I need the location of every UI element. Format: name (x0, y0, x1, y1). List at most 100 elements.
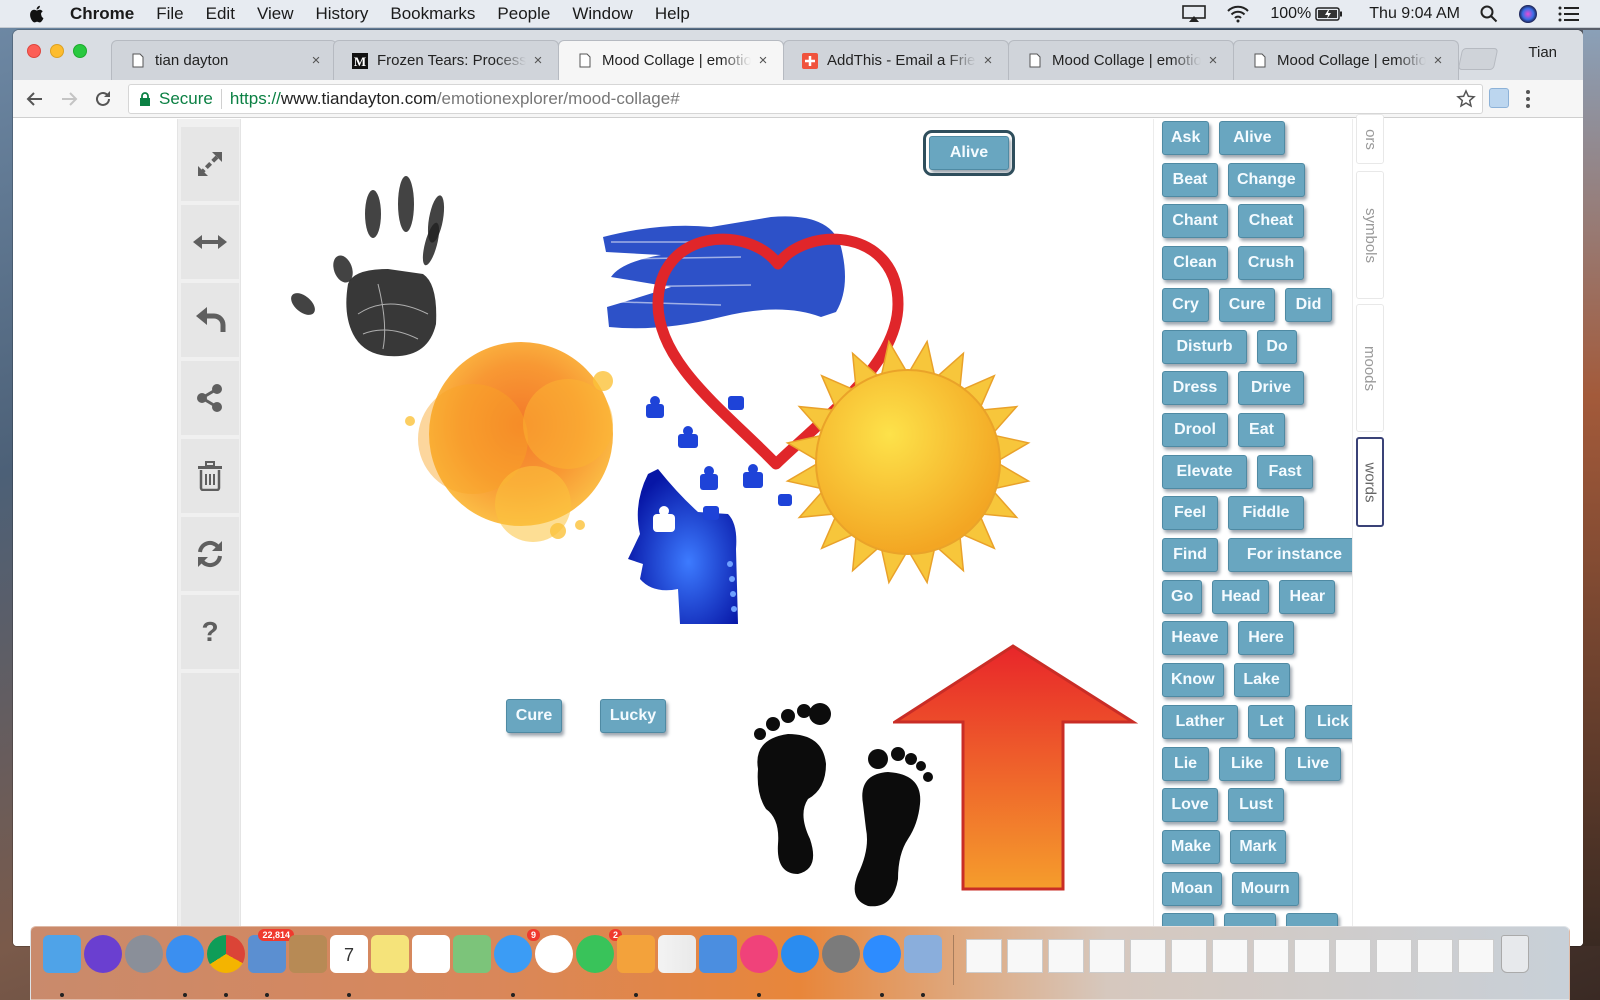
chrome-menu-icon[interactable] (1523, 88, 1533, 110)
flip-horizontal-button[interactable] (181, 205, 239, 279)
word-chip-dress[interactable]: Dress (1162, 371, 1228, 406)
word-chip-elevate[interactable]: Elevate (1162, 454, 1247, 489)
refresh-button[interactable] (181, 517, 239, 591)
dock-photos-icon[interactable] (535, 935, 573, 973)
siri-icon[interactable] (1518, 4, 1538, 24)
tab-close-icon[interactable]: × (1205, 52, 1221, 69)
word-chip-lust[interactable]: Lust (1228, 788, 1284, 823)
dock-minimized-window[interactable] (1089, 939, 1125, 973)
dock-minimized-window[interactable] (1171, 939, 1207, 973)
tab-colors[interactable]: ors (1356, 114, 1384, 164)
back-button[interactable] (23, 87, 47, 111)
word-chip-lick[interactable]: Lick (1305, 704, 1352, 739)
red-up-arrow-image[interactable] (893, 644, 1138, 894)
dock-calendar-icon[interactable]: 7 (330, 935, 368, 973)
word-chip-mark[interactable]: Mark (1230, 829, 1287, 864)
word-chip-ask[interactable]: Ask (1162, 121, 1210, 155)
dock-numbers-icon[interactable] (658, 935, 696, 973)
dock-chrome-icon[interactable] (207, 935, 245, 973)
word-chip-crush[interactable]: Crush (1238, 246, 1304, 281)
dock-messages-icon[interactable]: 9 (494, 929, 540, 973)
minimize-window-button[interactable] (50, 44, 64, 58)
dock-zoom-icon[interactable] (863, 935, 901, 973)
dock-itunes-icon[interactable] (740, 935, 778, 973)
dock-minimized-window[interactable] (1294, 939, 1330, 973)
dock-minimized-window[interactable] (1376, 939, 1412, 973)
dock-minimized-window[interactable] (1048, 939, 1084, 973)
orange-watercolor-circle-image[interactable] (403, 329, 643, 549)
word-chip-know[interactable]: Know (1162, 663, 1224, 698)
dock-reminders-icon[interactable] (412, 935, 450, 973)
word-chip-go[interactable]: Go (1162, 579, 1203, 614)
delete-button[interactable] (181, 439, 239, 513)
word-chip-beat[interactable]: Beat (1162, 162, 1218, 197)
menu-edit[interactable]: Edit (206, 4, 235, 24)
menu-bookmarks[interactable]: Bookmarks (390, 4, 475, 24)
placed-word-cure[interactable]: Cure (506, 699, 562, 733)
undo-button[interactable] (181, 283, 239, 357)
dock-launchpad-icon[interactable] (125, 935, 163, 973)
address-bar[interactable]: Secure https:// www.tiandayton.com /emot… (128, 84, 1483, 114)
zoom-window-button[interactable] (73, 44, 87, 58)
placed-word-lucky[interactable]: Lucky (600, 699, 666, 733)
placed-word-alive[interactable]: Alive (923, 130, 1015, 176)
tab-mood-collage-3[interactable]: Mood Collage | emotio × (1233, 40, 1459, 80)
word-chip-eat[interactable]: Eat (1238, 412, 1285, 447)
resize-button[interactable] (181, 127, 239, 201)
tab-words[interactable]: words (1356, 437, 1384, 527)
dock-minimized-window[interactable] (1417, 939, 1453, 973)
dock-siri-icon[interactable] (84, 935, 122, 973)
clock[interactable]: Thu 9:04 AM (1369, 5, 1460, 23)
collage-canvas[interactable]: Alive Cure Lucky (243, 119, 1143, 946)
word-chip-lie[interactable]: Lie (1162, 746, 1209, 781)
tab-tian-dayton[interactable]: tian dayton × (111, 40, 337, 80)
dock-safari-icon[interactable] (166, 935, 204, 973)
tab-close-icon[interactable]: × (530, 52, 546, 69)
word-chip-for-instance[interactable]: For instance (1228, 538, 1352, 572)
tab-frozen-tears[interactable]: M Frozen Tears: Processi × (333, 40, 559, 80)
word-chip-fast[interactable]: Fast (1257, 454, 1313, 489)
dock-maps-icon[interactable] (453, 935, 491, 973)
sun-image[interactable] (783, 337, 1033, 587)
menu-history[interactable]: History (315, 4, 368, 24)
dock-minimized-window[interactable] (1130, 939, 1166, 973)
tab-addthis[interactable]: AddThis - Email a Frien × (783, 40, 1009, 80)
word-chip-alive[interactable]: Alive (1219, 121, 1286, 155)
tab-mood-collage-2[interactable]: Mood Collage | emotio × (1008, 40, 1234, 80)
menu-view[interactable]: View (257, 4, 294, 24)
menu-help[interactable]: Help (655, 4, 690, 24)
dock-notes-folder-icon[interactable] (289, 935, 327, 973)
menu-window[interactable]: Window (572, 4, 632, 24)
dock-trash-icon[interactable] (1501, 935, 1529, 973)
dock-notes-icon[interactable] (371, 935, 409, 973)
battery-icon[interactable] (1315, 7, 1343, 21)
tab-close-icon[interactable]: × (980, 52, 996, 69)
dock-finder-icon[interactable] (43, 935, 81, 973)
dock-facetime-icon[interactable]: 2 (576, 929, 622, 973)
word-chip-change[interactable]: Change (1228, 162, 1305, 197)
dock-minimized-window[interactable] (966, 939, 1002, 973)
word-chip-cheat[interactable]: Cheat (1238, 204, 1304, 239)
word-chip-cry[interactable]: Cry (1162, 287, 1209, 322)
profile-name[interactable]: Tian (1528, 44, 1557, 61)
notification-center-icon[interactable] (1558, 6, 1580, 22)
word-chip-head[interactable]: Head (1212, 579, 1270, 614)
word-chip-find[interactable]: Find (1162, 538, 1218, 572)
share-button[interactable] (181, 361, 239, 435)
word-chip-here[interactable]: Here (1238, 621, 1294, 656)
tab-close-icon[interactable]: × (1430, 52, 1446, 69)
tab-close-icon[interactable]: × (755, 52, 771, 69)
reload-button[interactable] (91, 87, 115, 111)
forward-button[interactable] (57, 87, 81, 111)
dock-system-preferences-icon[interactable] (822, 935, 860, 973)
dock-minimized-window[interactable] (1007, 939, 1043, 973)
tab-close-icon[interactable]: × (308, 52, 324, 69)
word-chip-drool[interactable]: Drool (1162, 412, 1228, 447)
dock-app-store-icon[interactable] (781, 935, 819, 973)
wifi-icon[interactable] (1226, 5, 1250, 23)
tab-symbols[interactable]: symbols (1356, 171, 1384, 299)
menu-file[interactable]: File (156, 4, 183, 24)
extension-icon[interactable] (1489, 88, 1509, 108)
word-chip-let[interactable]: Let (1248, 704, 1295, 739)
dock-pages-icon[interactable] (617, 935, 655, 973)
